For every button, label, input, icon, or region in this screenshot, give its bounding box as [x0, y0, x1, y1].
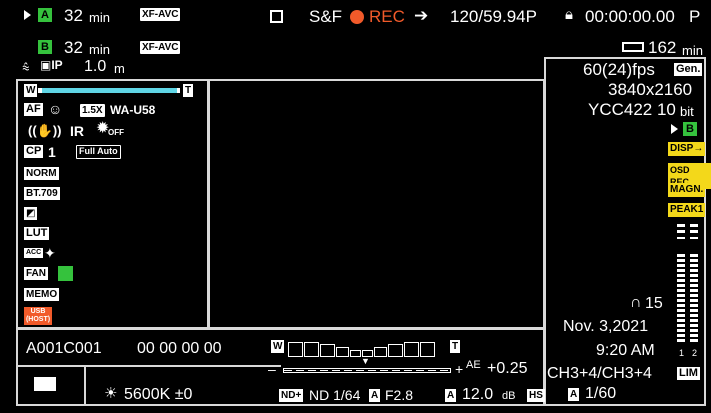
cp-value: 1 — [48, 144, 56, 160]
network-unit: m — [114, 61, 125, 76]
center-view-frame — [208, 79, 545, 329]
battery-unit: min — [682, 43, 703, 58]
lim-label: LIM — [677, 367, 700, 380]
lock-icon: 🔒︎ — [565, 6, 573, 23]
zoom-meter-boxes — [285, 339, 445, 357]
audio-channels: CH3+4/CH3+4 — [547, 365, 652, 382]
wb-sun-icon: ☀ — [104, 385, 118, 402]
timecode-suffix: P — [689, 7, 701, 26]
ae-value: +0.25 — [487, 360, 528, 377]
ae-pointer-icon: ▼ — [361, 356, 370, 366]
clip-timecode: 00 00 00 00 — [137, 340, 222, 357]
usb-host-label: USB (HOST) — [24, 307, 52, 325]
slot-b-format: XF-AVC — [140, 41, 181, 54]
disp-button[interactable]: DISP→ — [668, 142, 706, 156]
play-slot-b-icon — [671, 124, 678, 134]
gain-value: 12.0 — [462, 386, 494, 403]
color-format: YCC422 10 — [588, 100, 676, 119]
right-slot-b-badge: B — [683, 122, 697, 136]
nd-value: ND 1/64 — [309, 387, 361, 403]
frame-rate: 120/59.94P — [450, 7, 537, 26]
meter-ch2-label: 2 — [692, 348, 698, 358]
cp-label: CP — [24, 145, 44, 158]
battery-icon — [622, 42, 644, 52]
play-slot-a-icon — [24, 10, 31, 20]
shutter-auto-label: A — [568, 388, 580, 401]
headphone-icon: ∩ — [630, 294, 642, 311]
resolution: 3840x2160 — [608, 80, 693, 99]
zoom-bar — [38, 88, 180, 93]
light-off-label: OFF — [108, 128, 124, 137]
battery-time: 162 — [648, 38, 677, 57]
memo-label: MEMO — [24, 288, 60, 301]
hs-label: HS — [527, 389, 545, 402]
fan-green-icon — [58, 266, 73, 281]
date: Nov. 3,2021 — [563, 318, 649, 335]
shutter-value: 1/60 — [585, 385, 617, 402]
full-auto-label: Full Auto — [76, 145, 121, 159]
audio-meter-ch2 — [690, 224, 698, 344]
dual-record-icon — [270, 10, 283, 23]
af-label: AF — [24, 103, 43, 116]
aperture-value: F2.8 — [385, 387, 414, 403]
peak-button[interactable]: PEAK1 — [668, 203, 706, 217]
lens-name: WA-U58 — [110, 103, 156, 117]
bottom-divider-v — [84, 365, 86, 406]
bit-label: bit — [680, 104, 694, 119]
wifi-icon: ⩯ — [22, 60, 30, 75]
ae-minus: – — [268, 361, 276, 377]
gain-auto-label: A — [445, 389, 457, 402]
slot-a-time: 32 — [64, 6, 83, 25]
sf-label: S&F — [309, 7, 343, 26]
fps-value: 60(24)fps — [583, 60, 655, 79]
bottom-divider — [16, 365, 281, 367]
arrow-right-icon: ➔ — [414, 6, 429, 25]
bt709-label: BT.709 — [24, 187, 60, 200]
ae-scale — [283, 368, 451, 373]
satellite-icon: ✦ — [44, 245, 56, 261]
zoom-bar-fill — [42, 88, 177, 93]
audio-meter-ch1 — [677, 224, 685, 344]
rec-dot-icon — [350, 10, 364, 24]
aperture-auto-label: A — [369, 389, 381, 402]
touch-icon[interactable] — [34, 377, 56, 391]
stabilizer-icon: ((✋)) — [28, 123, 62, 138]
meter-ch1-label: 1 — [679, 348, 685, 358]
network-distance: 1.0 — [84, 58, 107, 75]
fan-label: FAN — [24, 267, 48, 280]
slot-a-badge: A — [38, 8, 52, 22]
norm-label: NORM — [24, 167, 59, 180]
lut-label: LUT — [24, 227, 50, 240]
meter-t-label: T — [450, 340, 461, 353]
ae-label: AE — [466, 359, 481, 371]
white-balance: 5600K ±0 — [124, 386, 193, 403]
zoom-tele-label: T — [183, 84, 194, 97]
zoom-wide-label: W — [24, 84, 38, 97]
gain-unit: dB — [502, 390, 516, 402]
headphone-level: 15 — [645, 295, 663, 312]
face-detect-icon: ☺ — [48, 101, 63, 117]
hdr-icon: ◩ — [24, 207, 38, 220]
slot-b-time: 32 — [64, 38, 83, 57]
ae-plus: + — [455, 361, 464, 377]
slot-b-badge: B — [38, 40, 52, 54]
network-icon: ▣IP — [40, 58, 63, 72]
converter-label: 1.5X — [80, 104, 105, 117]
acc-label: ACC — [24, 248, 44, 258]
rec-label: REC — [369, 7, 405, 26]
meter-w-label: W — [271, 340, 285, 353]
slot-b-unit: min — [89, 42, 110, 57]
clip-name: A001C001 — [26, 340, 102, 357]
time: 9:20 AM — [596, 342, 655, 359]
slot-a-format: XF-AVC — [140, 8, 181, 21]
gen-label: Gen. — [674, 63, 703, 76]
ir-label: IR — [70, 123, 84, 139]
timecode: 00:00:00.00 — [585, 7, 675, 26]
slot-a-unit: min — [89, 10, 110, 25]
nd-plus-label: ND+ — [279, 389, 304, 402]
magn-button[interactable]: MAGN. — [668, 183, 706, 197]
